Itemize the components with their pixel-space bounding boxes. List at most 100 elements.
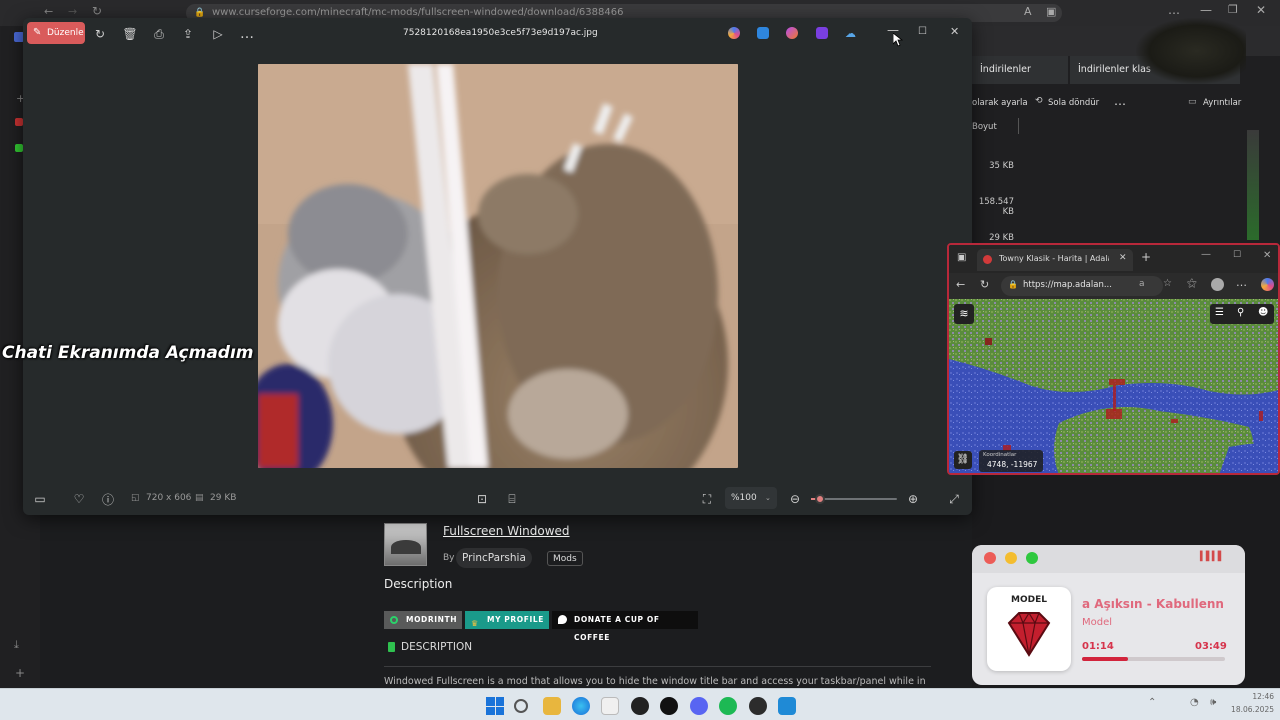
mod-thumbnail[interactable] <box>384 523 427 566</box>
file-explorer-icon[interactable] <box>543 697 561 715</box>
favorite-icon[interactable]: ☆ <box>1163 278 1172 289</box>
clipchamp-icon[interactable] <box>786 27 798 39</box>
close-icon[interactable]: ✕ <box>1256 3 1266 17</box>
photos-icon[interactable] <box>778 697 796 715</box>
info-icon[interactable]: ⓘ <box>100 491 116 507</box>
maximize-icon[interactable]: ❐ <box>1228 3 1238 16</box>
add-icon[interactable]: + <box>15 666 25 680</box>
refresh-icon[interactable]: ↻ <box>980 278 989 291</box>
favorite-icon[interactable]: ♡ <box>71 491 87 507</box>
refresh-icon[interactable]: ↻ <box>92 4 102 18</box>
modrinth-button[interactable]: MODRINTH <box>384 611 462 629</box>
more-icon[interactable]: … <box>239 26 255 42</box>
more-icon[interactable]: … <box>1168 3 1180 17</box>
edit-button[interactable]: ✎ Düzenle <box>27 22 85 44</box>
rotate-left-icon[interactable]: ⟲ <box>1035 96 1043 106</box>
chevron-up-icon[interactable]: ⌃ <box>1148 697 1156 708</box>
details-command[interactable]: Ayrıntılar <box>1203 98 1241 108</box>
album-cover[interactable]: MODEL <box>987 587 1071 671</box>
pin-icon[interactable]: ⚲ <box>1237 307 1244 318</box>
share-icon[interactable]: ⇪ <box>180 26 196 42</box>
store-icon[interactable] <box>601 697 619 715</box>
zoom-in-icon[interactable]: ⊕ <box>905 491 921 507</box>
link-button[interactable]: ⛓ <box>954 451 972 469</box>
map-tab-title: Towny Klasik - Harita | Adalance <box>999 254 1109 263</box>
minimize-icon[interactable]: — <box>1201 249 1211 260</box>
copilot-icon[interactable] <box>1261 278 1274 291</box>
close-icon[interactable]: ✕ <box>950 25 959 38</box>
slideshow-icon[interactable]: ▷ <box>210 26 226 42</box>
filmstrip-icon[interactable]: ▭ <box>32 491 48 507</box>
print-icon[interactable]: ⎙ <box>151 26 167 42</box>
map-controls: ☰ ⚲ ☻ <box>1210 304 1274 324</box>
search-icon[interactable] <box>514 699 528 713</box>
author-link[interactable]: PrincParshia <box>456 548 532 568</box>
list-icon[interactable]: ☰ <box>1215 307 1224 318</box>
more-options-icon[interactable]: … <box>1114 94 1126 108</box>
set-as-command[interactable]: olarak ayarla <box>972 98 1028 108</box>
artist-name: Model <box>1082 617 1113 628</box>
app-icon[interactable] <box>660 697 678 715</box>
obs-icon[interactable] <box>631 697 649 715</box>
playback-progress[interactable] <box>1082 657 1225 661</box>
discord-icon[interactable] <box>690 697 708 715</box>
category-tag[interactable]: Mods <box>547 551 583 566</box>
start-icon[interactable] <box>486 697 504 715</box>
clock-time[interactable]: 12:46 <box>1226 692 1274 701</box>
minimize-dot[interactable] <box>1005 552 1017 564</box>
close-dot[interactable] <box>984 552 996 564</box>
profile-avatar[interactable] <box>1211 278 1224 291</box>
video-editor-icon[interactable] <box>816 27 828 39</box>
minimize-icon[interactable]: — <box>1200 3 1212 17</box>
back-icon[interactable]: ← <box>44 5 53 18</box>
maximize-icon[interactable]: ☐ <box>1233 250 1241 260</box>
maximize-icon[interactable]: ☐ <box>918 26 927 37</box>
edge-icon[interactable] <box>572 697 590 715</box>
rotate-left-command[interactable]: Sola döndür <box>1048 98 1099 108</box>
zoom-slider[interactable] <box>811 494 897 504</box>
spotify-icon[interactable] <box>719 697 737 715</box>
designer-icon[interactable] <box>757 27 769 39</box>
my-profile-button[interactable]: ♛ MY PROFILE <box>465 611 549 629</box>
network-icon[interactable]: ◔ <box>1190 697 1199 708</box>
close-icon[interactable]: ✕ <box>1263 250 1271 261</box>
visual-search-icon[interactable]: ⌸ <box>504 491 520 507</box>
new-tab-icon[interactable]: + <box>1141 250 1151 264</box>
fullscreen-icon[interactable]: ⤢ <box>946 491 962 507</box>
zoom-dropdown[interactable]: %100 ⌄ <box>725 487 777 509</box>
clock-date[interactable]: 18.06.2025 <box>1226 705 1274 714</box>
app-icon[interactable] <box>15 118 23 126</box>
back-icon[interactable]: ← <box>956 278 965 291</box>
onedrive-icon[interactable]: ☁ <box>845 27 856 40</box>
tab-downloads[interactable]: İndirilenler <box>972 56 1068 84</box>
layers-button[interactable]: ≋ <box>954 304 974 324</box>
volume-icon[interactable]: 🕪 <box>1210 697 1216 708</box>
mod-title-link[interactable]: Fullscreen Windowed <box>443 524 570 538</box>
rotate-icon[interactable]: ↻ <box>92 26 108 42</box>
delete-icon[interactable]: 🗑 <box>122 26 138 42</box>
maximize-dot[interactable] <box>1026 552 1038 564</box>
zoom-out-icon[interactable]: ⊖ <box>787 491 803 507</box>
reading-icon[interactable]: ▣ <box>1046 5 1056 18</box>
forward-icon[interactable]: → <box>68 5 77 18</box>
map-tab[interactable]: Towny Klasik - Harita | Adalance ✕ <box>977 249 1133 271</box>
zoom-slider-thumb[interactable] <box>814 494 825 504</box>
fit-to-window-icon[interactable]: ⛶ <box>699 491 715 507</box>
map-canvas[interactable]: ≋ ☰ ⚲ ☻ ⛓ Koordinatlar 4748, -11967 <box>949 299 1278 473</box>
donate-coffee-button[interactable]: DONATE A CUP OF COFFEE <box>552 611 698 642</box>
divider <box>384 666 931 667</box>
tab-actions-icon[interactable]: ▣ <box>957 252 966 263</box>
download-icon[interactable]: ⤓ <box>14 638 19 652</box>
app-icon[interactable] <box>15 144 23 152</box>
close-tab-icon[interactable]: ✕ <box>1119 253 1127 263</box>
crop-icon[interactable]: ⊡ <box>474 491 490 507</box>
copilot-icon[interactable] <box>728 27 740 39</box>
translate-icon[interactable]: A <box>1024 5 1032 18</box>
app-icon[interactable] <box>749 697 767 715</box>
read-aloud-icon[interactable]: a <box>1139 279 1145 289</box>
collections-icon[interactable]: ⚝ <box>1187 278 1197 289</box>
players-icon[interactable]: ☻ <box>1258 307 1268 318</box>
more-icon[interactable]: … <box>1236 276 1247 289</box>
column-size[interactable]: Boyut <box>972 122 997 132</box>
map-tabstrip: ▣ Towny Klasik - Harita | Adalance ✕ + —… <box>949 245 1278 273</box>
